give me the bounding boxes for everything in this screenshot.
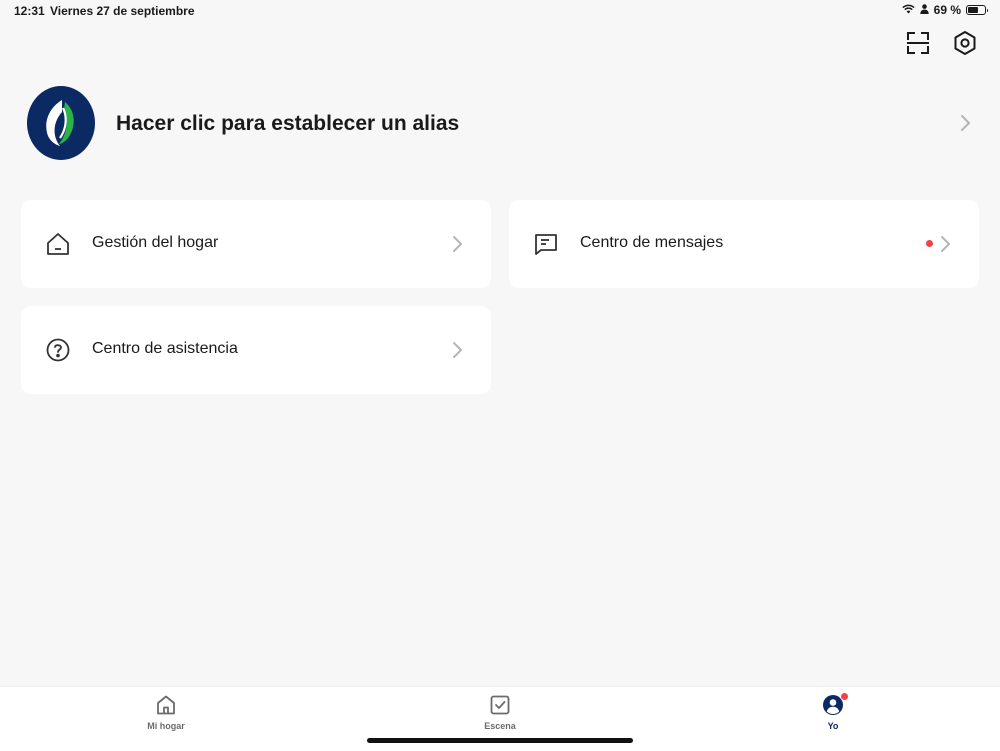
message-center-card[interactable]: Centro de mensajes (509, 200, 979, 288)
scan-icon (906, 31, 930, 60)
status-time: 12:31 (14, 4, 45, 18)
wifi-icon (902, 3, 915, 17)
house-icon (45, 231, 71, 257)
battery-icon (966, 5, 988, 15)
battery-fill (968, 7, 978, 13)
unread-dot (926, 240, 933, 247)
home-management-card[interactable]: Gestión del hogar (21, 200, 491, 288)
settings-hexagon-icon (953, 30, 977, 61)
settings-button[interactable] (950, 30, 980, 60)
status-bar: 12:31 Viernes 27 de septiembre 69 % (0, 0, 1000, 22)
question-circle-icon (45, 337, 71, 363)
avatar[interactable] (27, 86, 95, 160)
chevron-right-icon (958, 113, 972, 138)
chevron-right-icon (451, 234, 463, 259)
chevron-right-icon (939, 234, 951, 259)
help-center-card[interactable]: Centro de asistencia (21, 306, 491, 394)
alias-prompt[interactable]: Hacer clic para establecer un alias (116, 112, 459, 136)
message-icon (533, 231, 559, 257)
status-date: Viernes 27 de septiembre (50, 4, 195, 18)
house-icon (154, 693, 178, 717)
help-center-label: Centro de asistencia (92, 340, 238, 357)
tab-yo[interactable]: Yo (773, 692, 893, 737)
notification-badge (840, 692, 849, 701)
tab-escena[interactable]: Escena (440, 693, 560, 737)
leaf-logo-icon (46, 100, 74, 146)
checkbox-icon (488, 693, 512, 717)
battery-percent: 69 % (933, 3, 961, 17)
tab-label: Escena (484, 721, 516, 731)
profile-row[interactable]: Hacer clic para establecer un alias (0, 85, 1000, 161)
scan-button[interactable] (903, 30, 933, 60)
status-indicators: 69 % (902, 3, 988, 17)
message-center-label: Centro de mensajes (580, 234, 724, 251)
person-status-icon (919, 3, 929, 17)
tab-label: Mi hogar (147, 721, 185, 731)
person-icon (821, 692, 849, 717)
home-management-label: Gestión del hogar (92, 234, 219, 251)
chevron-right-icon (451, 340, 463, 365)
tab-label: Yo (827, 721, 839, 731)
tab-mi-hogar[interactable]: Mi hogar (106, 693, 226, 737)
home-indicator (367, 738, 633, 743)
